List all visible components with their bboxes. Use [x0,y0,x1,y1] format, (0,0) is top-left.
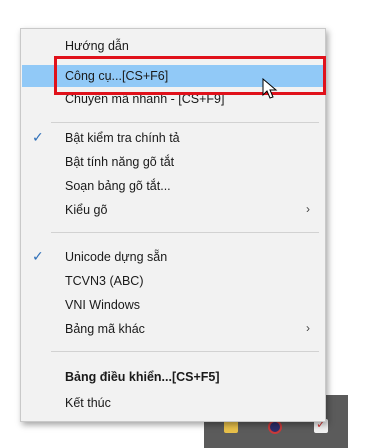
check-icon: ✓ [32,248,44,264]
menu-item-edit-shortcuts[interactable]: Soạn bảng gõ tắt... [22,175,324,197]
menu-separator [51,122,319,123]
menu-item-label: Bảng điều khiển...[CS+F5] [65,370,220,384]
menu-separator [51,232,319,233]
mouse-pointer-icon [262,78,278,99]
chevron-right-icon: › [306,202,310,216]
menu-item-label: Kết thúc [65,396,111,410]
menu-item-label: Kiểu gõ [65,203,108,217]
menu-item-label: Soạn bảng gõ tắt... [65,179,171,193]
menu-item-tcvn3[interactable]: TCVN3 (ABC) [22,270,324,292]
check-icon: ✓ [32,129,44,145]
menu-item-control-panel[interactable]: Bảng điều khiển...[CS+F5] [22,366,324,388]
menu-item-spell-check[interactable]: ✓ Bật kiểm tra chính tả [22,127,324,149]
menu-item-vni-windows[interactable]: VNI Windows [22,294,324,316]
menu-item-label: TCVN3 (ABC) [65,274,144,288]
menu-item-label: Unicode dựng sẵn [65,250,168,264]
menu-item-label: Hướng dẫn [65,39,129,53]
menu-item-shortcut-typing[interactable]: Bật tính năng gõ tắt [22,151,324,173]
menu-item-unicode[interactable]: ✓ Unicode dựng sẵn [22,246,324,268]
menu-item-label: Bật kiểm tra chính tả [65,131,180,145]
tray-unikey-icon[interactable] [268,420,282,434]
menu-item-other-charset[interactable]: Bảng mã khác › [22,318,324,340]
menu-item-help[interactable]: Hướng dẫn [22,35,324,57]
annotation-highlight-box [54,56,326,95]
chevron-right-icon: › [306,321,310,335]
menu-item-input-method[interactable]: Kiểu gõ › [22,199,324,221]
menu-item-label: Bảng mã khác [65,322,145,336]
menu-separator [51,351,319,352]
menu-item-exit[interactable]: Kết thúc [22,392,324,414]
menu-item-label: Bật tính năng gõ tắt [65,155,175,169]
menu-item-label: VNI Windows [65,298,141,312]
